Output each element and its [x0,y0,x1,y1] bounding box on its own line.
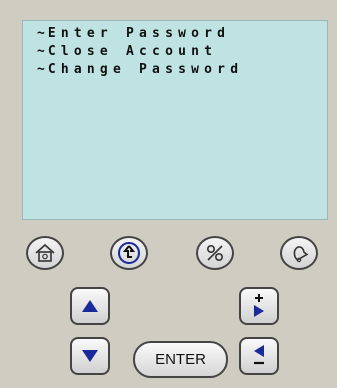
menu-item-label: Change Password [47,62,244,77]
home-icon [34,243,56,263]
bell-icon [288,242,310,264]
alarm-button[interactable] [280,236,318,270]
minus-left-icon [250,343,268,369]
menu-marker: ~ [37,62,45,77]
decrement-button[interactable] [239,337,279,375]
menu-marker: ~ [37,44,45,59]
device-panel: ~ Enter Password ~ Close Account ~ Change P… [0,0,337,388]
menu-marker: ~ [37,26,45,41]
arrow-up-button[interactable] [70,287,110,325]
menu-item-enter-password[interactable]: ~ Enter Password [37,25,243,43]
increment-button[interactable] [239,287,279,325]
lcd-screen: ~ Enter Password ~ Close Account ~ Change P… [22,20,328,220]
arrow-down-button[interactable] [70,337,110,375]
percent-button[interactable] [196,236,234,270]
menu-item-close-account[interactable]: ~ Close Account [37,43,243,61]
arrow-down-icon [82,350,98,362]
up-level-button[interactable] [110,236,148,270]
enter-button[interactable]: ENTER [133,341,228,378]
arrow-up-icon [82,300,98,312]
menu-item-label: Close Account [47,44,218,59]
home-button[interactable] [26,236,64,270]
menu-item-label: Enter Password [47,26,231,41]
menu-item-change-password[interactable]: ~ Change Password [37,61,243,79]
menu-list: ~ Enter Password ~ Close Account ~ Change P… [37,25,243,79]
plus-right-icon [250,293,268,319]
enter-label: ENTER [155,351,206,368]
percent-icon [203,242,227,264]
up-level-icon [117,241,141,265]
